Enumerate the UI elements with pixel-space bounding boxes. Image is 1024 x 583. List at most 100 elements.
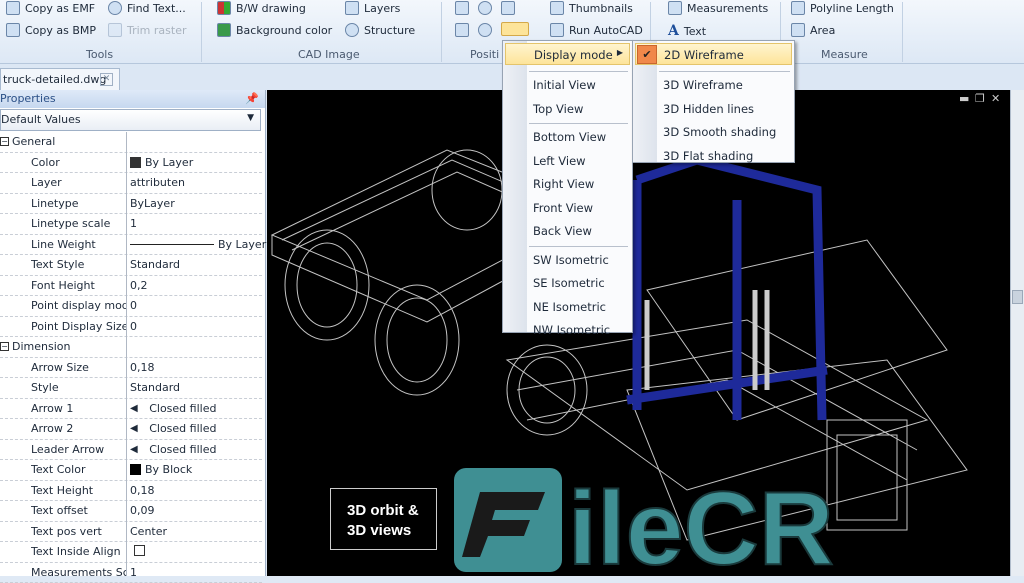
property-value[interactable]: ByLayer [130,197,175,210]
menu-item[interactable]: 3D Flat shading [635,145,792,167]
menu-item[interactable]: 3D Smooth shading [635,121,792,143]
property-row[interactable]: Text Height0,18 [0,481,262,502]
property-value[interactable]: ◀ Closed filled [130,402,216,415]
measurements-button[interactable]: Measurements [668,1,768,15]
menu-item[interactable]: SE Isometric [505,272,630,294]
property-name: Color [31,156,126,169]
menu-item[interactable]: Display mode▶ [505,43,630,65]
menu-item[interactable]: ✔2D Wireframe [635,43,792,65]
trim-raster-button[interactable]: Trim raster [108,23,187,37]
polyline-length-button[interactable]: Polyline Length [791,1,894,15]
property-value[interactable]: Standard [130,258,180,271]
find-text-button[interactable]: Find Text... [108,1,186,15]
text-button[interactable]: AText [668,23,706,39]
menu-item[interactable]: Back View [505,220,630,242]
property-row[interactable]: Arrow Size0,18 [0,358,262,379]
copy-emf-icon [6,1,20,15]
menu-item[interactable]: Left View [505,150,630,172]
zoom-in-icon[interactable] [478,23,492,37]
property-value[interactable]: ◀ Closed filled [130,422,216,435]
collapse-icon[interactable]: − [0,342,9,351]
menu-item[interactable]: 3D Hidden lines [635,98,792,120]
property-row[interactable]: Line WeightBy Layer [0,235,262,256]
view-dropdown-button[interactable] [501,22,529,36]
property-row[interactable]: Layer attributen [0,173,262,194]
property-row[interactable]: Arrow 2◀ Closed filled [0,419,262,440]
property-row[interactable]: StyleStandard [0,378,262,399]
properties-combo[interactable]: Default Values▼ [0,109,261,131]
thumbnails-button[interactable]: Thumbnails [550,1,633,15]
copy-as-bmp-button[interactable]: Copy as BMP [6,23,96,37]
property-category[interactable]: −Dimension [0,337,262,358]
property-row[interactable]: Text ColorBy Block [0,460,262,481]
restore-icon[interactable]: ❐ [975,92,985,105]
property-row[interactable]: Text Inside Align [0,542,262,563]
menu-item[interactable]: Bottom View [505,126,630,148]
zoom-rect-icon[interactable] [455,1,469,15]
view-menu: Display mode▶ Initial ViewTop View Bottom … [502,40,633,333]
property-value[interactable]: 1 [130,566,137,579]
background-color-button[interactable]: Background color [217,23,332,37]
bw-drawing-button[interactable]: B/W drawing [217,1,306,15]
property-value[interactable]: 0 [130,299,137,312]
property-value[interactable]: Center [130,525,167,538]
collapse-icon[interactable]: − [0,137,9,146]
property-value[interactable]: By Layer [130,156,193,169]
thumbnails-icon [550,1,564,15]
property-value[interactable]: 0,09 [130,504,155,517]
property-value[interactable]: By Layer [130,238,266,251]
zoom-out-icon[interactable] [478,1,492,15]
arrowhead-icon: ◀ [130,423,138,434]
property-row[interactable]: Arrow 1◀ Closed filled [0,399,262,420]
copy-as-emf-button[interactable]: Copy as EMF [6,1,95,15]
column-divider[interactable] [126,132,127,576]
area-button[interactable]: Area [791,23,835,37]
property-value[interactable] [130,545,145,556]
checkbox[interactable] [134,545,145,556]
close-tab-icon[interactable]: ✕ [100,73,113,86]
fit-to-window-icon[interactable] [501,1,515,15]
property-value[interactable]: 1 [130,217,137,230]
menu-item[interactable]: Right View [505,173,630,195]
menu-item[interactable]: Top View [505,98,630,120]
property-row[interactable]: Font Height0,2 [0,276,262,297]
menu-item[interactable]: NW Isometric [505,319,630,341]
property-value[interactable]: attributen [130,176,185,189]
property-row[interactable]: Measurements Sc1 [0,563,262,583]
menu-item[interactable]: NE Isometric [505,296,630,318]
close-icon[interactable]: ✕ [991,92,1000,105]
property-row[interactable]: Point display mod0 [0,296,262,317]
trim-raster-icon [108,23,122,37]
property-category[interactable]: −General [0,132,262,153]
document-tab[interactable]: truck-detailed.dwg ✕ [0,68,120,90]
property-value[interactable]: ◀ Closed filled [130,443,216,456]
property-row[interactable]: Point Display Size0 [0,317,262,338]
property-row[interactable]: LinetypeByLayer [0,194,262,215]
filecr-watermark-logo: ileCR [450,462,860,576]
menu-item[interactable]: SW Isometric [505,249,630,271]
menu-item[interactable]: 3D Wireframe [635,74,792,96]
scrollbar-thumb[interactable] [1012,290,1023,304]
property-row[interactable]: Text offset0,09 [0,501,262,522]
run-autocad-button[interactable]: Run AutoCAD [550,23,643,37]
property-row[interactable]: Text StyleStandard [0,255,262,276]
property-row[interactable]: Linetype scale1 [0,214,262,235]
property-value[interactable]: 0,18 [130,484,155,497]
property-value[interactable]: Standard [130,381,180,394]
property-value[interactable]: 0,18 [130,361,155,374]
menu-item[interactable]: Front View [505,197,630,219]
minimize-icon[interactable]: ▬ [959,92,969,105]
property-value[interactable]: By Block [130,463,192,476]
property-row[interactable]: Text pos vertCenter [0,522,262,543]
menu-item[interactable]: Initial View [505,74,630,96]
property-name: Layer [31,176,126,189]
rotate-3d-icon[interactable] [455,23,469,37]
structure-button[interactable]: Structure [345,23,415,37]
property-value[interactable]: 0 [130,320,137,333]
pin-icon[interactable]: 📌 [245,92,259,105]
layers-button[interactable]: Layers [345,1,400,15]
property-row[interactable]: Color By Layer [0,153,262,174]
vertical-scrollbar[interactable] [1010,90,1024,576]
property-value[interactable]: 0,2 [130,279,148,292]
property-row[interactable]: Leader Arrow◀ Closed filled [0,440,262,461]
